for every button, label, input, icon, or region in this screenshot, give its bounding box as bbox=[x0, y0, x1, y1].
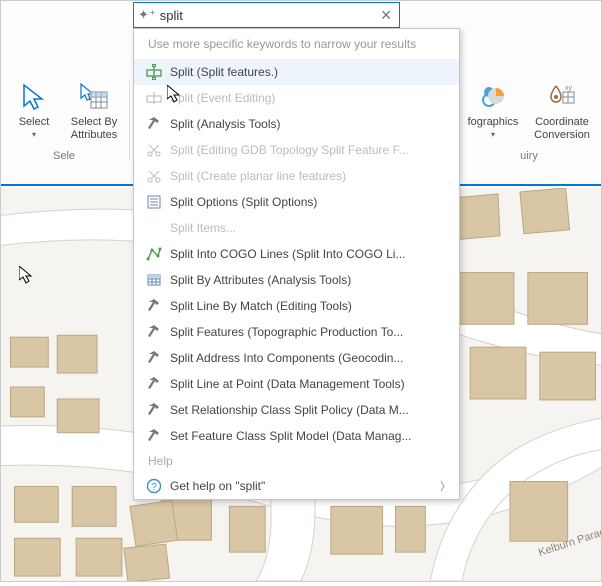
search-result-item[interactable]: Split (Analysis Tools) bbox=[134, 111, 459, 137]
search-result-label: Split Line By Match (Editing Tools) bbox=[170, 299, 352, 313]
hammer-icon bbox=[144, 428, 164, 444]
search-result-label: Split (Event Editing) bbox=[170, 91, 275, 105]
search-result-label: Split Line at Point (Data Management Too… bbox=[170, 377, 405, 391]
select-by-attributes-button[interactable]: Select By Attributes bbox=[64, 76, 124, 144]
search-result-item: Split Items... bbox=[134, 215, 459, 241]
search-result-label: Split Features (Topographic Production T… bbox=[170, 325, 403, 339]
search-result-item[interactable]: Set Feature Class Split Model (Data Mana… bbox=[134, 423, 459, 449]
search-results-dropdown: Use more specific keywords to narrow you… bbox=[133, 28, 460, 500]
search-result-label: Split Options (Split Options) bbox=[170, 195, 317, 209]
scissors-icon bbox=[144, 142, 164, 158]
hammer-icon bbox=[144, 350, 164, 366]
hammer-icon bbox=[144, 116, 164, 132]
ribbon-group-selection: Select ▾ Select By Attributes bbox=[1, 76, 127, 178]
svg-text:?: ? bbox=[151, 482, 157, 493]
search-result-item[interactable]: Split (Split features.) bbox=[134, 59, 459, 85]
hammer-icon bbox=[144, 324, 164, 340]
command-search-box[interactable]: ✦⁺ ✕ bbox=[133, 2, 400, 28]
search-result-label: Set Relationship Class Split Policy (Dat… bbox=[170, 403, 409, 417]
search-result-item: Split (Event Editing) bbox=[134, 85, 459, 111]
search-result-label: Split (Split features.) bbox=[170, 65, 278, 79]
infographics-icon bbox=[478, 80, 508, 114]
options-icon bbox=[144, 194, 164, 210]
chevron-right-icon: 〉 bbox=[440, 478, 451, 494]
group-label-selection: Sele bbox=[53, 144, 75, 162]
search-result-label: Split (Create planar line features) bbox=[170, 169, 346, 183]
search-result-item[interactable]: Split By Attributes (Analysis Tools) bbox=[134, 267, 459, 293]
hammer-icon bbox=[144, 298, 164, 314]
command-search-input[interactable] bbox=[160, 8, 378, 23]
search-result-label: Split Items... bbox=[170, 221, 236, 235]
hammer-icon bbox=[144, 402, 164, 418]
separator bbox=[129, 80, 130, 160]
coordinate-conversion-button[interactable]: xy Coordinate Conversion bbox=[526, 76, 598, 144]
search-result-label: Split Into COGO Lines (Split Into COGO L… bbox=[170, 247, 405, 261]
clear-search-icon[interactable]: ✕ bbox=[377, 7, 395, 24]
split-feature-icon bbox=[144, 64, 164, 80]
search-result-item[interactable]: Split Address Into Components (Geocodin.… bbox=[134, 345, 459, 371]
table-icon bbox=[144, 272, 164, 288]
hammer-icon bbox=[144, 376, 164, 392]
chevron-down-icon: ▾ bbox=[491, 130, 495, 139]
cogo-icon bbox=[144, 246, 164, 262]
search-result-label: Split Address Into Components (Geocodin.… bbox=[170, 351, 403, 365]
search-result-item[interactable]: Split Line By Match (Editing Tools) bbox=[134, 293, 459, 319]
search-result-label: Set Feature Class Split Model (Data Mana… bbox=[170, 429, 411, 443]
search-hint: Use more specific keywords to narrow you… bbox=[134, 29, 459, 59]
get-help-item[interactable]: ? Get help on "split" 〉 bbox=[134, 473, 459, 499]
select-by-attributes-icon bbox=[79, 80, 109, 114]
search-result-item[interactable]: Set Relationship Class Split Policy (Dat… bbox=[134, 397, 459, 423]
select-button[interactable]: Select ▾ bbox=[4, 76, 64, 144]
search-result-label: Split (Analysis Tools) bbox=[170, 117, 280, 131]
group-label-inquiry: uiry bbox=[520, 144, 538, 162]
chevron-down-icon: ▾ bbox=[32, 130, 36, 139]
select-icon bbox=[19, 80, 49, 114]
search-result-label: Split By Attributes (Analysis Tools) bbox=[170, 273, 351, 287]
search-result-label: Split (Editing GDB Topology Split Featur… bbox=[170, 143, 409, 157]
ribbon-group-inquiry: fographics ▾ xy Coordinate Conversion bbox=[457, 76, 601, 178]
coordinate-conversion-icon: xy bbox=[547, 80, 577, 114]
search-result-item[interactable]: Split Into COGO Lines (Split Into COGO L… bbox=[134, 241, 459, 267]
sparkle-search-icon: ✦⁺ bbox=[138, 7, 156, 23]
infographics-button[interactable]: fographics ▾ bbox=[460, 76, 526, 144]
help-heading: Help bbox=[134, 449, 459, 473]
search-result-item: Split (Create planar line features) bbox=[134, 163, 459, 189]
scissors-icon bbox=[144, 168, 164, 184]
svg-text:xy: xy bbox=[565, 85, 573, 92]
search-result-item[interactable]: Split Line at Point (Data Management Too… bbox=[134, 371, 459, 397]
search-result-item: Split (Editing GDB Topology Split Featur… bbox=[134, 137, 459, 163]
search-result-item[interactable]: Split Features (Topographic Production T… bbox=[134, 319, 459, 345]
search-result-item[interactable]: Split Options (Split Options) bbox=[134, 189, 459, 215]
help-icon: ? bbox=[144, 478, 164, 494]
split-event-icon bbox=[144, 90, 164, 106]
